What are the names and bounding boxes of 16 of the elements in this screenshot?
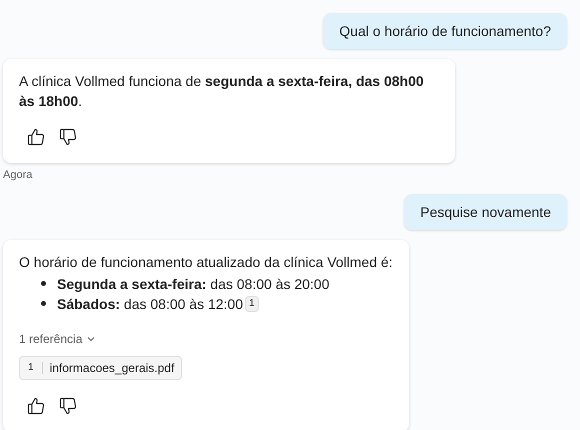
citation-badge[interactable]: 1 [245, 296, 259, 312]
user-message-bubble: Pesquise novamente [404, 194, 567, 230]
timestamp: Agora [3, 168, 32, 183]
reference-file: informacoes_gerais.pdf [48, 360, 176, 376]
list-item-text: Segunda a sexta-feira: das 08:00 às 20:00 [57, 274, 330, 294]
reference-chip[interactable]: 1 informacoes_gerais.pdf [19, 356, 182, 380]
thumbs-down-icon[interactable] [58, 396, 78, 416]
thumbs-down-icon[interactable] [58, 127, 78, 147]
message-text: A clínica Vollmed funciona de segunda a sexta-feira, das 08h00 às 18h00. [19, 72, 425, 111]
thumbs-up-icon[interactable] [26, 396, 46, 416]
message-text: O horário de funcionamento atualizado da clínica Vollmed é: [19, 252, 393, 272]
reference-number: 1 [20, 362, 43, 374]
references-toggle[interactable]: 1 referência [19, 330, 82, 348]
list-item-text: Sábados: das 08:00 às 12:00 [57, 294, 244, 314]
user-message-bubble: Qual o horário de funcionamento? [323, 13, 567, 49]
thumbs-up-icon[interactable] [26, 127, 46, 147]
